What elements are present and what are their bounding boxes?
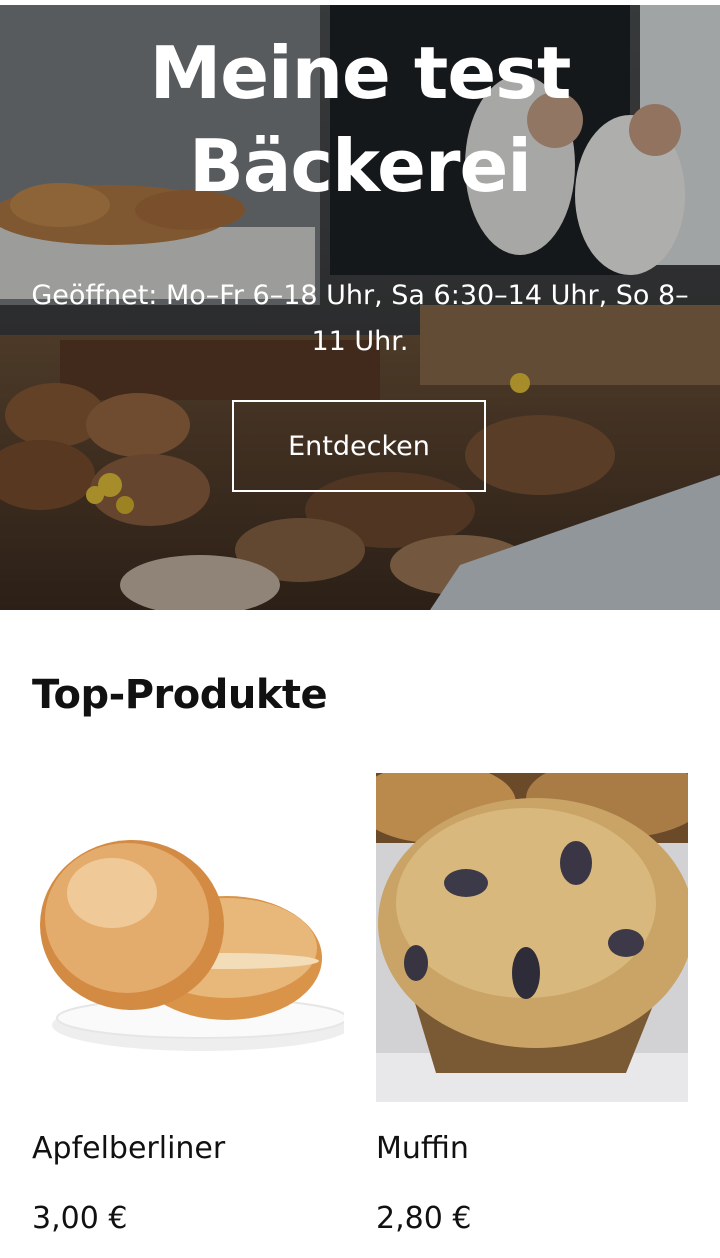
product-card-muffin[interactable]: Muffin 2,80 € xyxy=(376,773,688,1236)
opening-hours: Geöffnet: Mo–Fr 6–18 Uhr, Sa 6:30–14 Uhr… xyxy=(31,280,689,357)
section-title: Top-Produkte xyxy=(32,672,328,718)
product-image-berliner[interactable] xyxy=(32,773,344,1102)
product-name[interactable]: Muffin xyxy=(376,1131,688,1166)
product-name[interactable]: Apfelberliner xyxy=(32,1131,344,1166)
discover-button[interactable]: Entdecken xyxy=(232,400,486,492)
product-image-muffin[interactable] xyxy=(376,773,688,1102)
product-card-apfelberliner[interactable]: Apfelberliner 3,00 € xyxy=(32,773,344,1236)
hero-banner: Meine test Bäckerei Geöffnet: Mo–Fr 6–18… xyxy=(0,5,720,610)
product-price: 3,00 € xyxy=(32,1201,128,1236)
store-title: Meine test Bäckerei xyxy=(149,31,572,208)
product-price: 2,80 € xyxy=(376,1201,472,1236)
